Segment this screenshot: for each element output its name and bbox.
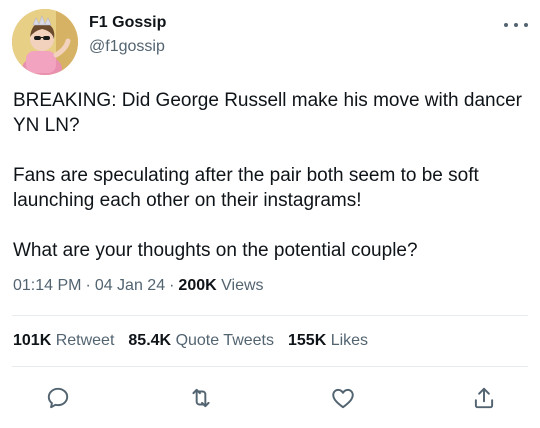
- engagement-stats: 101K Retweet 85.4K Quote Tweets 155K Lik…: [13, 332, 368, 350]
- likes-label: Likes: [330, 332, 369, 349]
- separator-dot: ·: [85, 277, 91, 294]
- more-dot: [504, 23, 508, 27]
- retweet-button[interactable]: [183, 380, 219, 416]
- avatar[interactable]: [12, 9, 78, 75]
- separator-dot: ·: [169, 277, 175, 294]
- retweets-stat[interactable]: 101K Retweet: [13, 332, 114, 350]
- retweets-count: 101K: [13, 332, 52, 349]
- reply-button[interactable]: [40, 380, 76, 416]
- views-label: Views: [221, 277, 264, 294]
- tweet-paragraph: Fans are speculating after the pair both…: [13, 165, 479, 211]
- quotes-count: 85.4K: [128, 332, 172, 349]
- handle[interactable]: @f1gossip: [89, 38, 165, 56]
- tweet-date[interactable]: 04 Jan 24: [95, 277, 165, 294]
- quotes-label: Quote Tweets: [175, 332, 274, 349]
- reply-icon: [47, 387, 69, 409]
- likes-count: 155K: [288, 332, 327, 349]
- tweet-card: F1 Gossip @f1gossip BREAKING: Did George…: [0, 0, 540, 428]
- more-dot: [524, 23, 528, 27]
- likes-stat[interactable]: 155K Likes: [288, 332, 368, 350]
- quotes-stat[interactable]: 85.4K Quote Tweets: [128, 332, 274, 350]
- more-dot: [514, 23, 518, 27]
- views-count: 200K: [178, 277, 217, 294]
- tweet-paragraph: BREAKING: Did George Russell make his mo…: [13, 90, 522, 136]
- like-icon: [332, 388, 354, 409]
- more-options-icon[interactable]: [504, 18, 528, 32]
- tweet-paragraph: What are your thoughts on the potential …: [13, 240, 418, 261]
- tweet-time[interactable]: 01:14 PM: [13, 277, 81, 294]
- avatar-image: [12, 9, 78, 75]
- display-name[interactable]: F1 Gossip: [89, 14, 166, 32]
- share-button[interactable]: [466, 380, 502, 416]
- retweets-label: Retweet: [55, 332, 115, 349]
- divider: [12, 366, 528, 367]
- tweet-text: BREAKING: Did George Russell make his mo…: [13, 88, 528, 263]
- like-button[interactable]: [325, 380, 361, 416]
- divider: [12, 315, 528, 316]
- action-bar: [0, 380, 540, 416]
- share-icon: [474, 387, 494, 409]
- retweet-icon: [192, 388, 210, 408]
- tweet-meta: 01:14 PM · 04 Jan 24 · 200K Views: [13, 277, 264, 295]
